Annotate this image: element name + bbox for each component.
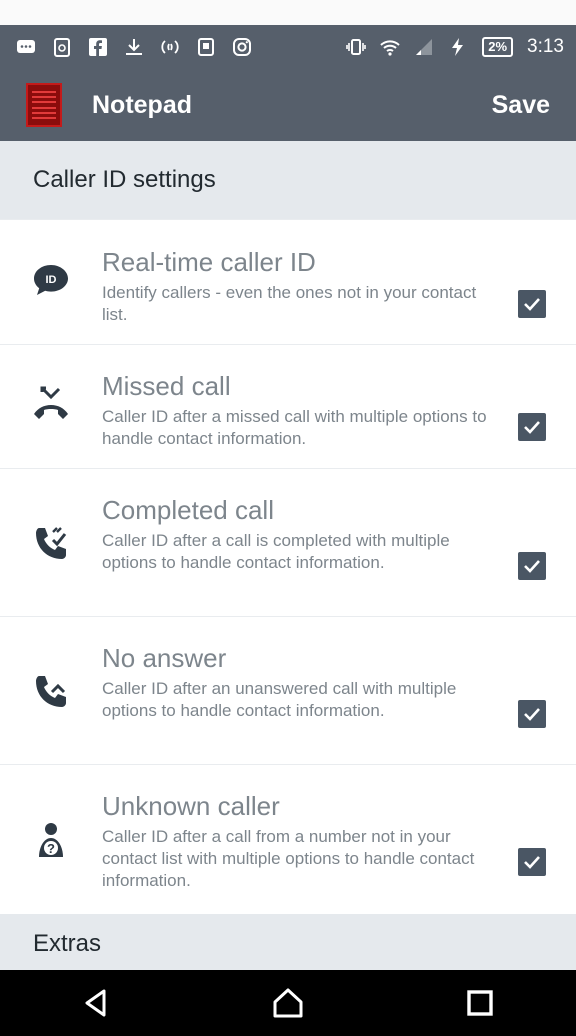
svg-text:ID: ID	[46, 274, 57, 286]
vibrate-icon	[346, 37, 367, 57]
section-header-caller-id: Caller ID settings	[0, 141, 576, 219]
signal-icon	[414, 37, 434, 57]
setting-title: Real-time caller ID	[102, 247, 316, 277]
clock: 3:13	[527, 36, 564, 57]
no-answer-checkbox[interactable]	[518, 700, 546, 728]
setting-description: Identify callers - even the ones not in …	[102, 283, 477, 324]
status-bar: 2% 3:13	[0, 25, 576, 69]
recents-icon	[467, 990, 493, 1016]
battery-percent: 2%	[482, 37, 514, 57]
setting-real-time-caller-id[interactable]: ID Real-time caller ID Identify callers …	[0, 220, 576, 345]
completed-call-checkbox[interactable]	[518, 552, 546, 580]
real-time-caller-id-checkbox[interactable]	[518, 290, 546, 318]
recents-button[interactable]	[450, 983, 510, 1023]
facebook-icon	[88, 37, 108, 57]
setting-missed-call[interactable]: Missed call Caller ID after a missed cal…	[0, 345, 576, 469]
wifi-icon	[380, 37, 400, 57]
setting-description: Caller ID after a missed call with multi…	[102, 407, 487, 448]
home-icon	[273, 988, 303, 1018]
charging-icon	[448, 37, 468, 57]
back-icon	[85, 989, 106, 1017]
home-button[interactable]	[258, 983, 318, 1023]
unknown-caller-icon: ?	[39, 823, 63, 857]
download-icon	[124, 37, 144, 57]
setting-unknown-caller[interactable]: ? Unknown caller Caller ID after a call …	[0, 765, 576, 914]
notepad-logo-icon[interactable]	[26, 83, 62, 127]
setting-title: Unknown caller	[102, 791, 280, 821]
setting-no-answer[interactable]: No answer Caller ID after an unanswered …	[0, 617, 576, 765]
no-answer-icon	[36, 676, 66, 707]
message-icon	[16, 37, 36, 57]
navigation-bar	[0, 970, 576, 1036]
app-bar: Notepad Save	[0, 69, 576, 141]
clipboard-icon	[52, 37, 72, 57]
setting-title: No answer	[102, 643, 227, 673]
save-button[interactable]: Save	[492, 91, 550, 120]
section-header-extras: Extras	[0, 914, 576, 972]
caller-id-settings-list: ID Real-time caller ID Identify callers …	[0, 219, 576, 914]
setting-description: Caller ID after a call is completed with…	[102, 531, 450, 572]
sim-icon	[196, 37, 216, 57]
setting-title: Missed call	[102, 371, 231, 401]
sync-icon	[160, 37, 180, 57]
unknown-caller-checkbox[interactable]	[518, 848, 546, 876]
setting-description: Caller ID after a call from a number not…	[102, 827, 475, 890]
missed-call-checkbox[interactable]	[518, 413, 546, 441]
completed-call-icon	[36, 527, 67, 559]
setting-description: Caller ID after an unanswered call with …	[102, 679, 457, 720]
id-bubble-icon: ID	[34, 265, 68, 295]
setting-completed-call[interactable]: Completed call Caller ID after a call is…	[0, 469, 576, 617]
back-button[interactable]	[66, 983, 126, 1023]
svg-text:?: ?	[47, 841, 55, 856]
missed-call-icon	[34, 386, 68, 419]
screen-top-margin	[0, 0, 576, 25]
setting-title: Completed call	[102, 495, 274, 525]
app-title: Notepad	[92, 90, 192, 119]
instagram-icon	[232, 37, 252, 57]
